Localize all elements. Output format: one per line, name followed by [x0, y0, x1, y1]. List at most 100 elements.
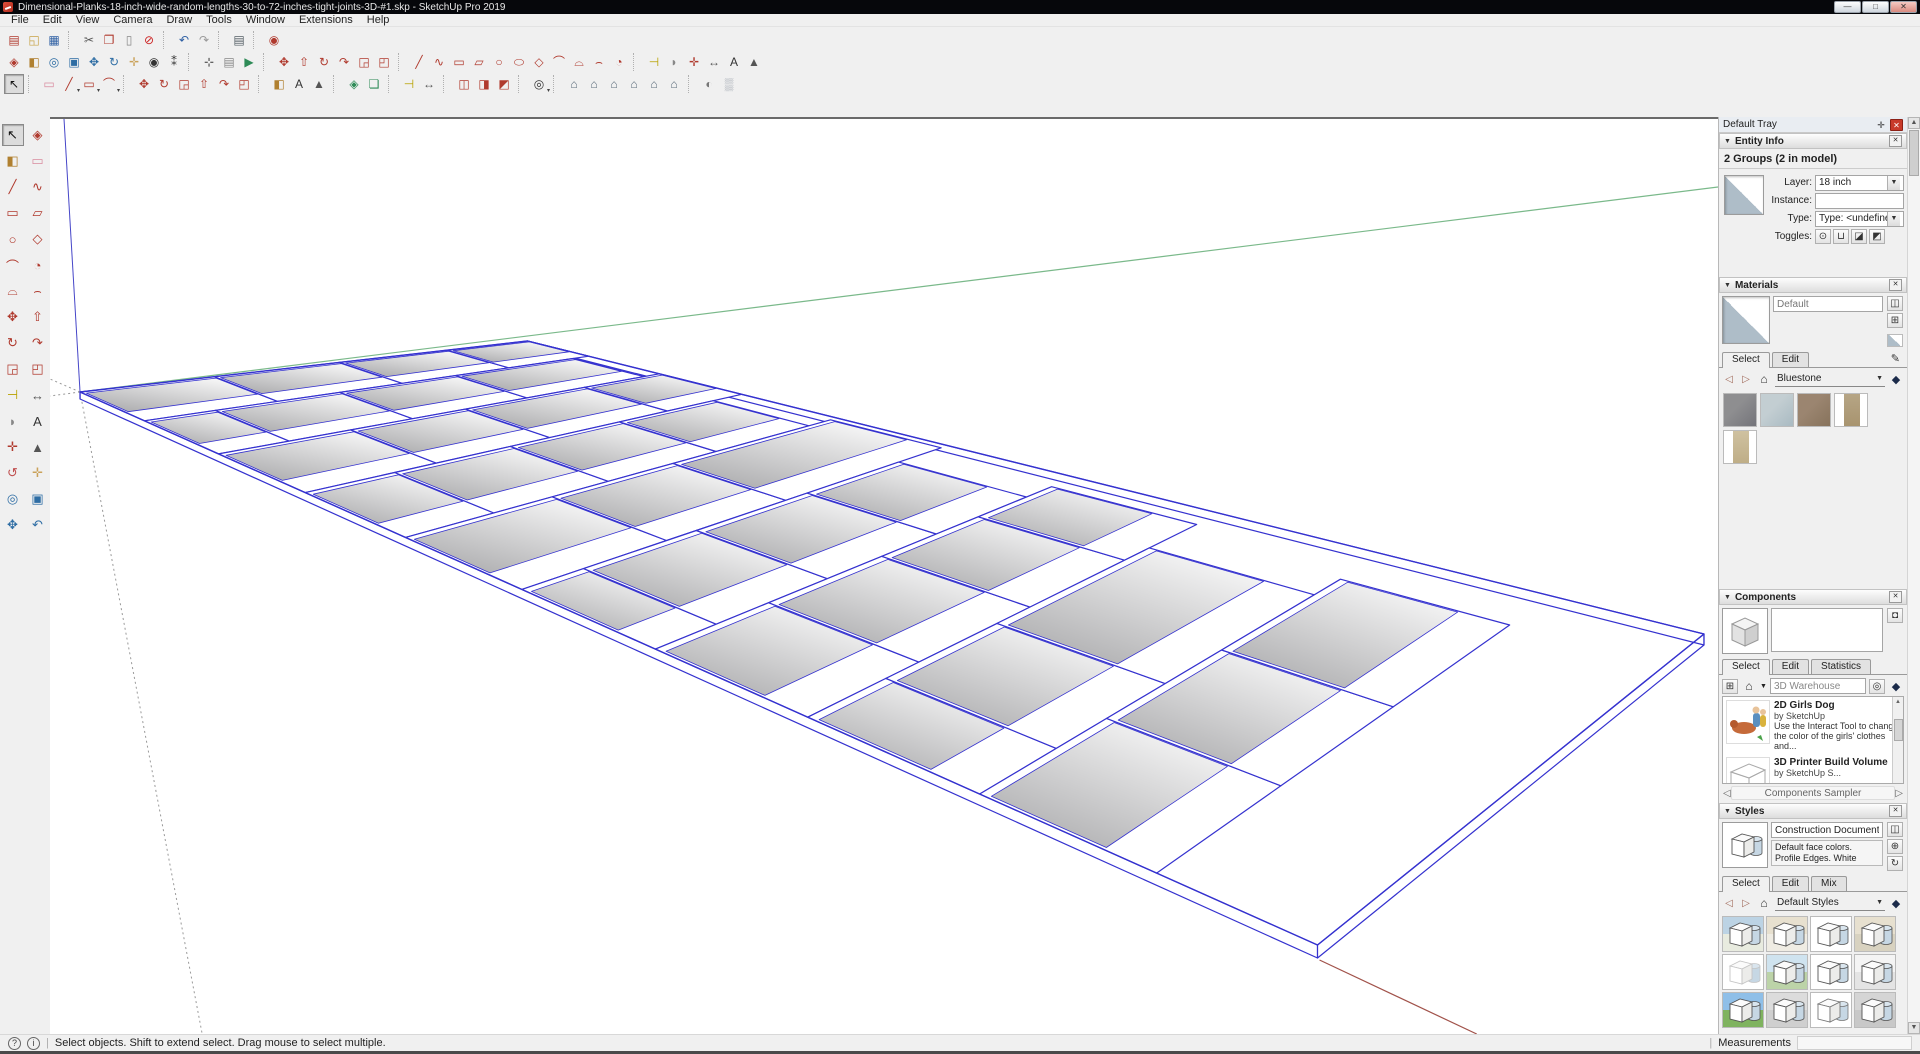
- tool-offset-button[interactable]: ◰: [374, 52, 394, 72]
- styles-collection-dropdown[interactable]: Default Styles ▼: [1775, 895, 1885, 911]
- tab-select[interactable]: Select: [1722, 352, 1770, 368]
- tool-rotated-rectangle-button[interactable]: ▱: [469, 52, 489, 72]
- tool-paint-bucket-button[interactable]: ◧: [24, 52, 44, 72]
- styles-header[interactable]: ▼ Styles ✕: [1719, 803, 1907, 819]
- home-icon[interactable]: ⌂: [1741, 679, 1757, 693]
- tool-freehand-button[interactable]: ∿: [429, 52, 449, 72]
- tool-position-camera-button[interactable]: ⊹: [199, 52, 219, 72]
- materials-close-icon[interactable]: ✕: [1889, 279, 1902, 291]
- collection-name[interactable]: Components Sampler: [1731, 786, 1896, 800]
- component-options-icon[interactable]: ◘: [1887, 608, 1903, 623]
- components-close-icon[interactable]: ✕: [1889, 591, 1902, 603]
- menu-extensions[interactable]: Extensions: [292, 14, 360, 27]
- tool-orbit-button[interactable]: ↻: [104, 52, 124, 72]
- tool-section-plane-button[interactable]: ◫: [454, 74, 474, 94]
- tool-3d-text-button[interactable]: ▲: [744, 52, 764, 72]
- tool-push-pull-button[interactable]: ⇧: [294, 52, 314, 72]
- tool-model-info-button[interactable]: ◉: [264, 30, 284, 50]
- tool-push-pull-button[interactable]: ⇧: [27, 306, 49, 328]
- tool-paste-button[interactable]: ▯: [119, 30, 139, 50]
- tool-top-view-button[interactable]: ⌂: [584, 74, 604, 94]
- tool-walk-button[interactable]: ⁑: [164, 52, 184, 72]
- tool-tape-measure-button[interactable]: ⊣: [2, 384, 24, 406]
- tool-offset-button[interactable]: ◰: [234, 74, 254, 94]
- tool-protractor-button[interactable]: ◗: [2, 410, 24, 432]
- tool-line-menu-button[interactable]: ╱▾: [59, 74, 79, 94]
- material-swatch-gray-stone[interactable]: [1723, 393, 1757, 427]
- tool-rotate-button[interactable]: ↻: [2, 332, 24, 354]
- tool-make-group-button[interactable]: ❏: [364, 74, 384, 94]
- component-search-input[interactable]: 3D Warehouse: [1770, 678, 1866, 694]
- tool-3d-text-button[interactable]: ▲: [309, 74, 329, 94]
- tool-move-button[interactable]: ✥: [274, 52, 294, 72]
- tool-select-button[interactable]: ↖: [2, 124, 24, 146]
- tool-move-button[interactable]: ✥: [2, 306, 24, 328]
- style-name-field[interactable]: Construction Documentation St: [1771, 822, 1883, 838]
- tool-text-button[interactable]: A: [724, 52, 744, 72]
- tool-axes-button[interactable]: ✛: [684, 52, 704, 72]
- tool-erase-button[interactable]: ⊘: [139, 30, 159, 50]
- tool-redo-button[interactable]: ↷: [194, 30, 214, 50]
- model-canvas[interactable]: [50, 119, 1718, 1034]
- tool-make-component-button[interactable]: ◈: [27, 124, 49, 146]
- tool-move-button[interactable]: ✥: [134, 74, 154, 94]
- in-model-icon[interactable]: ◆: [1888, 680, 1904, 693]
- tool-make-component-button[interactable]: ◈: [344, 74, 364, 94]
- entity-info-close-icon[interactable]: ✕: [1889, 135, 1902, 147]
- tab-select[interactable]: Select: [1722, 876, 1770, 892]
- tool-look-around-button[interactable]: ◉: [144, 52, 164, 72]
- in-model-icon[interactable]: ◆: [1888, 373, 1904, 386]
- tool-new-button[interactable]: ▤: [4, 30, 24, 50]
- tool-polygon-button[interactable]: ◇: [529, 52, 549, 72]
- tool-print-button[interactable]: ▤: [229, 30, 249, 50]
- tool-arc-button[interactable]: ⌓: [2, 280, 24, 302]
- tool-arc-button[interactable]: ⌒: [549, 52, 569, 72]
- tool-left-view-button[interactable]: ⌂: [664, 74, 684, 94]
- pin-icon[interactable]: ✛: [1875, 119, 1887, 131]
- menu-camera[interactable]: Camera: [106, 14, 159, 27]
- component-list-item[interactable]: 2D Girls Dogby SketchUpUse the Interact …: [1723, 697, 1903, 754]
- tool-tape-measure-button[interactable]: ⊣: [399, 74, 419, 94]
- tool-eraser-button[interactable]: ▭: [27, 150, 49, 172]
- tab-mix[interactable]: Mix: [1811, 876, 1847, 891]
- tool-zoom-previous-button[interactable]: ↶: [27, 514, 49, 536]
- back-arrow-icon[interactable]: ◁: [1722, 374, 1736, 385]
- tool-dimension-button[interactable]: ↔: [704, 52, 724, 72]
- tool-ellipse-button[interactable]: ⬭: [509, 52, 529, 72]
- tool-shape-menu-button[interactable]: ▭▾: [79, 74, 99, 94]
- material-name-field[interactable]: Default: [1773, 296, 1883, 312]
- minimize-button[interactable]: —: [1834, 1, 1861, 13]
- entity-info-header[interactable]: ▼ Entity Info ✕: [1719, 133, 1907, 149]
- tab-statistics[interactable]: Statistics: [1811, 659, 1871, 674]
- tool-tape-measure-button[interactable]: ⊣: [644, 52, 664, 72]
- tool-section-cut-button[interactable]: ◩: [494, 74, 514, 94]
- scroll-down-icon[interactable]: ▼: [1908, 1022, 1920, 1034]
- casts-shadows-toggle-icon[interactable]: ◩: [1869, 229, 1885, 244]
- tool-follow-me-button[interactable]: ↷: [214, 74, 234, 94]
- tool-right-view-button[interactable]: ⌂: [624, 74, 644, 94]
- tool-freehand-button[interactable]: ∿: [27, 176, 49, 198]
- tool-protractor-button[interactable]: ◗: [664, 52, 684, 72]
- tray-title-bar[interactable]: Default Tray ✛ ✕: [1719, 117, 1907, 133]
- tool-zoom-extents-button[interactable]: ✥: [84, 52, 104, 72]
- tool-scale-button[interactable]: ◲: [354, 52, 374, 72]
- locked-toggle-icon[interactable]: ⊔: [1833, 229, 1849, 244]
- credits-icon[interactable]: i: [27, 1037, 40, 1050]
- tool-section-display-button[interactable]: ◨: [474, 74, 494, 94]
- tool-rotated-rectangle-button[interactable]: ▱: [27, 202, 49, 224]
- create-material-icon[interactable]: ⊞: [1887, 313, 1903, 328]
- style-thumbnail-9[interactable]: [1722, 992, 1764, 1028]
- style-thumbnail-5[interactable]: [1722, 954, 1764, 990]
- tool-dimension-button[interactable]: ↔: [419, 74, 439, 94]
- tool-three-point-arc-button[interactable]: ⌢: [589, 52, 609, 72]
- scrollbar-thumb[interactable]: [1909, 130, 1919, 176]
- tool-two-point-arc-button[interactable]: ⌓: [569, 52, 589, 72]
- style-thumbnail-8[interactable]: [1854, 954, 1896, 990]
- in-model-icon[interactable]: ◆: [1888, 897, 1904, 910]
- dropdown-arrow-icon[interactable]: ▾: [117, 87, 120, 94]
- menu-view[interactable]: View: [69, 14, 107, 27]
- component-list-item[interactable]: 3D Printer Build Volumeby SketchUp S...: [1723, 754, 1903, 784]
- tool-rectangle-button[interactable]: ▭: [2, 202, 24, 224]
- sample-paint-swatch[interactable]: [1887, 334, 1903, 347]
- tool-undo-button[interactable]: ↶: [174, 30, 194, 50]
